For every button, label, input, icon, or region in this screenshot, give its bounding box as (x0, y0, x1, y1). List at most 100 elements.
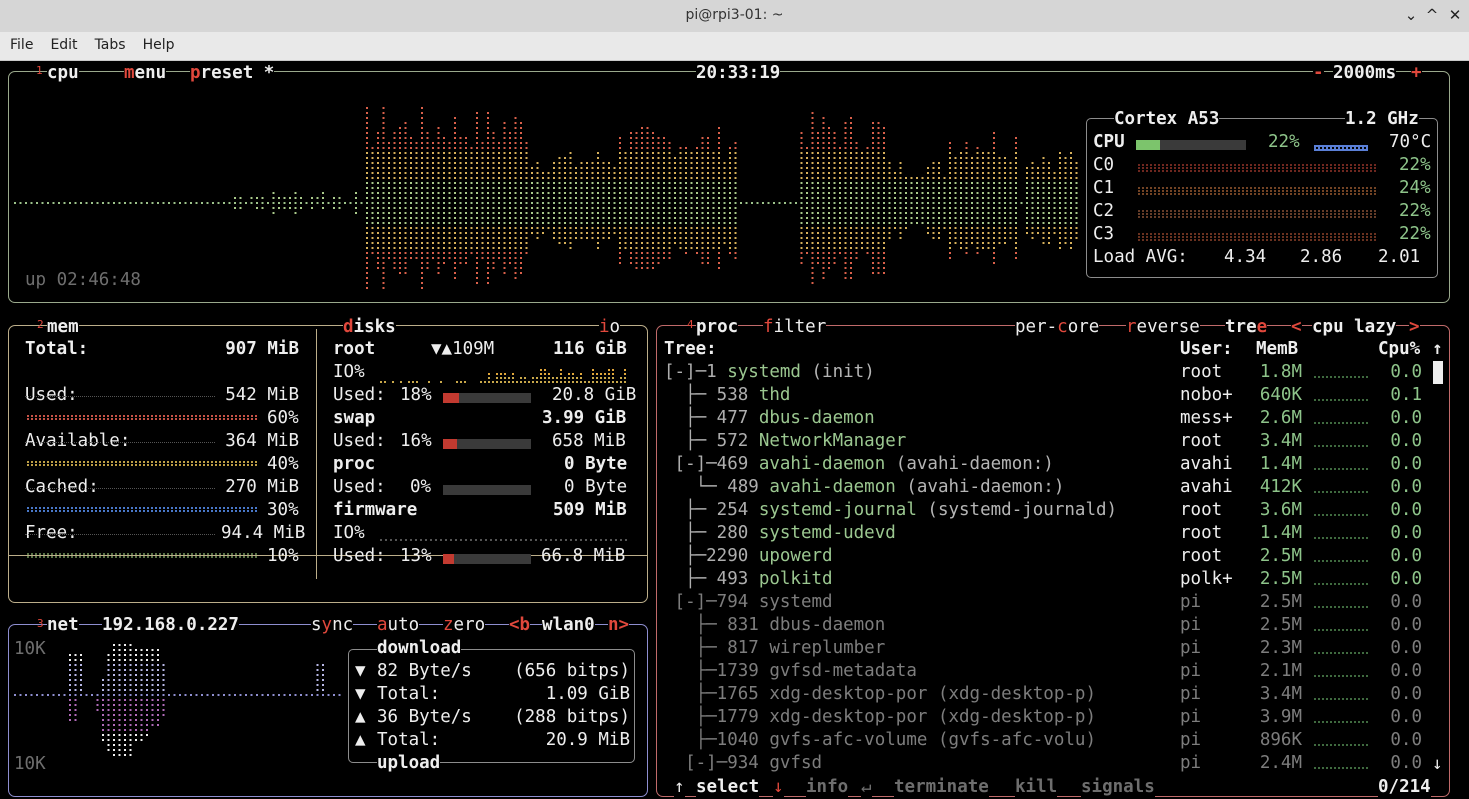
net-download-dot (162, 689, 165, 691)
cpu-graph-dot (861, 167, 863, 169)
proc-reverse-toggle[interactable]: reverse (1126, 316, 1200, 339)
proc-terminate-button[interactable]: terminate (894, 776, 989, 799)
cpu-graph-dot (872, 152, 874, 154)
cpu-graph-dot (861, 177, 863, 179)
cpu-graph-dot (1015, 252, 1017, 254)
cpu-graph-dot (663, 247, 665, 249)
cpu-graph-dot (635, 262, 638, 264)
cpu-graph-dot (679, 222, 682, 224)
cpu-panel-title[interactable]: cpu (47, 62, 79, 85)
process-row[interactable]: [-]─794 systemd (664, 591, 833, 614)
cpu-graph-dot (718, 222, 720, 224)
process-row[interactable]: ├─ 254 systemd-journal (systemd-journald… (664, 499, 1117, 522)
proc-select-up-icon[interactable]: ↑ (674, 776, 685, 799)
cpu-graph-dot (1048, 222, 1050, 224)
interval-decrease-button[interactable]: - (1313, 62, 1324, 85)
proc-sort-prev-button[interactable]: < (1291, 316, 1302, 339)
cpu-graph-dot (443, 247, 445, 249)
close-button[interactable]: ✕ (1444, 4, 1466, 26)
proc-select-button[interactable]: select (696, 776, 760, 799)
process-mem: 1.4M (1259, 454, 1302, 474)
cpu-graph-dot (833, 187, 836, 189)
cpu-graph-dot (778, 202, 781, 204)
process-user: root (1180, 362, 1223, 382)
process-row[interactable]: ├─1739 gvfsd-metadata (664, 660, 917, 683)
cpu-graph-dot (602, 197, 605, 199)
process-row[interactable]: ├─1040 gvfs-afc-volume (gvfs-afc-volu) (664, 729, 1096, 752)
proc-kill-button[interactable]: kill (1015, 776, 1058, 799)
cpu-graph-dot (960, 237, 962, 239)
proc-scroll-down-icon[interactable]: ↓ (1432, 753, 1443, 776)
process-row[interactable]: ├─1765 xdg-desktop-por (xdg-desktop-p) (664, 683, 1096, 706)
interval-increase-button[interactable]: + (1411, 62, 1422, 85)
cpu-graph-dot (212, 202, 214, 204)
proc-panel-title[interactable]: proc (696, 316, 739, 339)
process-row[interactable]: ├─ 538 thd (664, 384, 790, 407)
process-row[interactable]: [-]─469 avahi-daemon (avahi-daemon:) (664, 453, 1054, 476)
process-row[interactable]: [-]─1 systemd (init) (664, 361, 875, 384)
process-row[interactable]: ├─2290 upowerd (664, 545, 833, 568)
cpu-graph-dot (542, 182, 544, 184)
cpu-graph-dot (998, 157, 1001, 159)
cpu-graph-dot (272, 212, 275, 214)
process-row[interactable]: ├─ 477 dbus-daemon (664, 407, 875, 430)
net-download-dot (74, 664, 77, 666)
proc-select-down-icon[interactable]: ↓ (773, 776, 784, 799)
process-row[interactable]: └─ 489 avahi-daemon (avahi-daemon:) (664, 476, 1065, 499)
proc-signals-button[interactable]: signals (1081, 776, 1155, 799)
proc-scrollbar-thumb[interactable] (1433, 361, 1443, 384)
proc-scroll-up-icon[interactable]: ↑ (1432, 338, 1443, 361)
cpu-graph-dot (833, 252, 836, 254)
menu-tabs[interactable]: Tabs (88, 32, 133, 59)
cpu-graph-dot (949, 192, 951, 194)
process-row[interactable]: [-]─934 gvfsd (664, 752, 822, 775)
cpu-graph-dot (597, 152, 599, 154)
proc-filter-button[interactable]: filter (763, 316, 827, 339)
cpu-graph-dot (426, 137, 429, 139)
net-auto-toggle[interactable]: auto (377, 614, 420, 637)
process-row[interactable]: ├─ 280 systemd-udevd (664, 522, 896, 545)
cpu-graph-dot (591, 212, 594, 214)
proc-tree-toggle[interactable]: tree (1225, 316, 1268, 339)
cpu-graph-dot (514, 142, 517, 144)
cpu-graph-dot (833, 202, 836, 204)
cpu-graph-dot (443, 137, 445, 139)
disks-panel-title[interactable]: disks (343, 316, 396, 339)
net-sync-toggle[interactable]: sync (311, 614, 354, 637)
net-panel-title[interactable]: net (47, 614, 79, 637)
process-row[interactable]: ├─1779 xdg-desktop-por (xdg-desktop-p) (664, 706, 1096, 729)
cpu-menu-button[interactable]: menu (124, 62, 167, 85)
proc-info-button[interactable]: info (806, 776, 849, 799)
cpu-graph-dot (547, 217, 550, 219)
proc-percore-toggle[interactable]: per-core (1015, 316, 1100, 339)
process-row[interactable]: ├─ 572 NetworkManager (664, 430, 906, 453)
cpu-graph-dot (1059, 172, 1061, 174)
mem-panel-title[interactable]: mem (47, 316, 79, 339)
net-prev-iface-button[interactable]: <b (509, 614, 531, 637)
process-row[interactable]: ├─ 817 wireplumber (664, 637, 886, 660)
cpu-graph-dot (866, 207, 869, 209)
menu-edit[interactable]: Edit (43, 32, 84, 59)
menu-help[interactable]: Help (136, 32, 182, 59)
net-next-iface-button[interactable]: n> (608, 614, 630, 637)
cpu-graph-dot (437, 192, 440, 194)
net-download-dot (80, 689, 82, 691)
cpu-graph-dot (382, 172, 385, 174)
cpu-graph-dot (542, 232, 544, 234)
cpu-graph-dot (1048, 212, 1050, 214)
process-row[interactable]: ├─ 493 polkitd (664, 568, 833, 591)
menu-file[interactable]: File (3, 32, 40, 59)
cpu-graph-dot (1059, 247, 1061, 249)
terminal[interactable]: 1 cpu menu preset * 20:33:19 - 2000ms + … (0, 61, 1469, 799)
process-row[interactable]: ├─ 831 dbus-daemon (664, 614, 886, 637)
net-zero-toggle[interactable]: zero (443, 614, 486, 637)
cpu-graph-dot (525, 227, 528, 229)
cpu-graph-dot (487, 187, 489, 189)
cpu-graph-dot (404, 197, 407, 199)
cpu-graph-dot (382, 112, 385, 114)
proc-sort-next-button[interactable]: > (1409, 316, 1420, 339)
minimize-button[interactable]: ⌄ (1400, 4, 1422, 26)
disks-io-toggle[interactable]: io (599, 316, 621, 339)
maximize-button[interactable]: ^ (1421, 4, 1443, 26)
cpu-preset-button[interactable]: preset * (190, 62, 275, 85)
